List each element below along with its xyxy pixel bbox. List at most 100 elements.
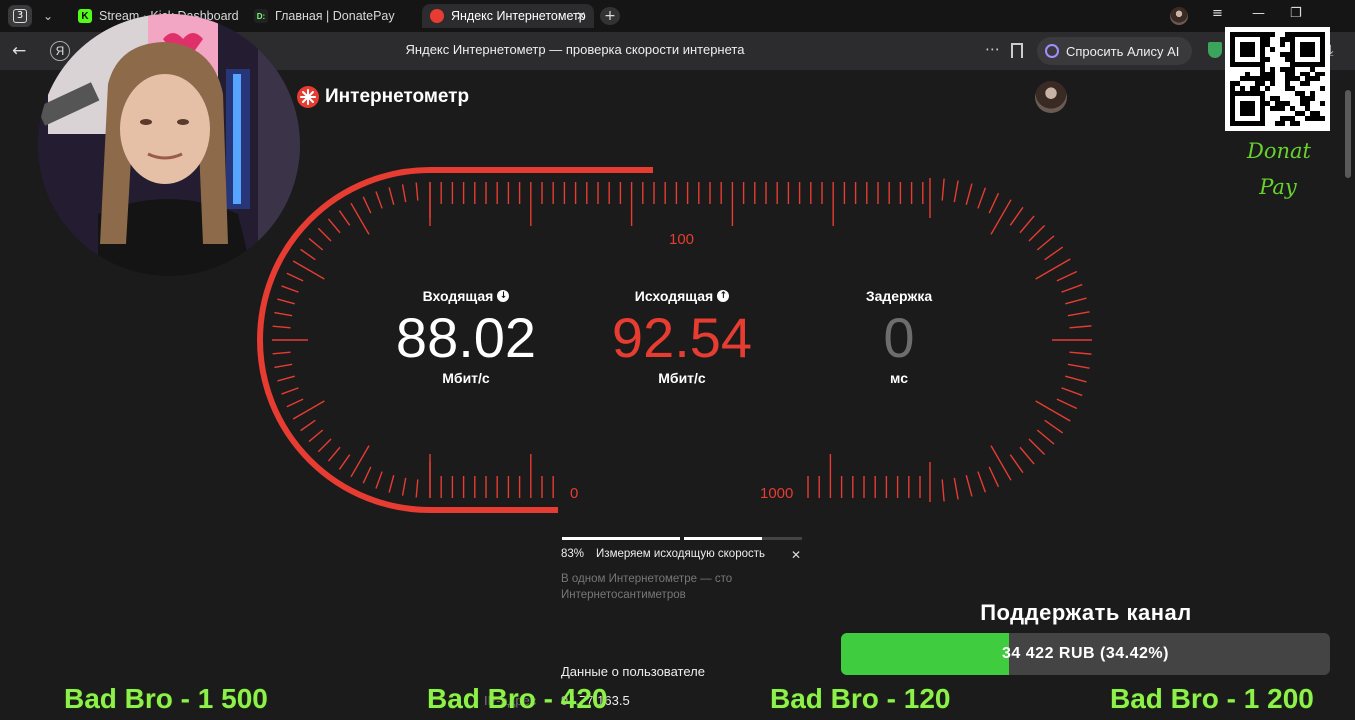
yandex-logo-icon [297,86,319,108]
donation-ticker-item: Bad Bro - 1 200 [1110,683,1314,714]
gauge-tick [327,446,341,462]
minimize-icon[interactable]: — [1252,6,1265,21]
gauge-tick [281,387,299,395]
donatepay-label: Donat Pay [1247,133,1311,205]
gauge-tick [988,466,1000,488]
user-avatar[interactable] [1035,81,1067,113]
protect-shield-icon[interactable] [1208,42,1222,58]
donatepay-icon: D: [254,9,268,23]
progress-status: 83% Измеряем исходящую скорость [561,548,765,560]
page-scrollbar[interactable] [1345,90,1351,178]
tab-donatepay[interactable]: D: Главная | DonatePay [246,4,416,28]
gauge-tick [327,218,341,234]
tab-internetometer[interactable]: Яндекс Интернетометр ✕ [422,4,594,28]
alice-icon [1045,44,1059,58]
donation-goal-bar: 34 422 RUB (34.42%) [841,633,1330,675]
gauge-tick [308,237,324,251]
donation-ticker-item: Bad Bro - 1 500 [64,683,268,714]
gauge-tick [1067,311,1090,317]
tab-close-icon[interactable]: ✕ [576,9,586,23]
gauge-tick [274,363,293,369]
gauge-tick [292,260,325,280]
yandex-logo-icon [430,9,444,23]
gauge-tick [1035,400,1071,422]
gauge-tick [1036,429,1055,445]
gauge-tick [1065,375,1087,383]
gauge-tick [990,199,1012,235]
gauge-tick [1035,258,1071,280]
gauge-tick [317,438,332,453]
gauge-tick [1067,363,1090,369]
scale-label-max: 1000 [760,485,794,502]
gauge-tick [1065,297,1087,305]
upload-unit: Мбит/с [658,370,706,386]
logo-text: Интернетометр [325,86,470,107]
gauge-tick [272,351,291,355]
ask-alice-button[interactable]: Спросить Алису AI [1037,37,1192,65]
menu-icon[interactable]: ≡ [1212,6,1223,21]
gauge-tick [300,248,316,261]
tab-list-chevron-icon[interactable]: ⌄ [38,6,58,26]
gauge-tick [1019,446,1035,465]
gauge-tick [350,202,370,235]
bookmark-icon[interactable] [1011,43,1023,58]
donation-ticker-item: Bad Bro - 120 [770,683,951,714]
gauge-tick [292,400,325,420]
gauge-tick [277,375,295,382]
progress-segment-upload [684,537,802,540]
donat-line1: Donat [1247,139,1311,163]
scale-label-top: 100 [669,231,695,248]
gauge-tick [362,466,372,484]
gauge-tick [1036,235,1055,251]
gauge-tick [317,227,332,242]
back-arrow-icon[interactable]: ← [12,41,26,61]
streamer-webcam-image [38,14,300,276]
gauge-tick [1061,387,1083,397]
gauge-tick [1009,206,1024,226]
gauge-tick [277,298,295,305]
page-title[interactable]: Яндекс Интернетометр — проверка скорости… [330,42,820,57]
progress-segment-download [562,537,680,540]
gauge-tick [338,210,351,226]
more-options-icon[interactable]: ⋯ [985,40,1000,58]
latency-label: Задержка [865,288,933,304]
donatepay-qr-code[interactable] [1225,27,1330,131]
tab-label: Яндекс Интернетометр [451,9,586,23]
cancel-test-icon[interactable]: ✕ [791,548,801,562]
qr-pattern [1230,32,1325,126]
user-data-title: Данные о пользователе [561,664,705,679]
qr-module [1320,121,1325,126]
yandex-button[interactable]: Я [50,41,70,61]
new-tab-button[interactable]: + [600,7,620,25]
download-label: Входящая [422,288,494,304]
arrow-down-icon: ↓ [497,290,510,302]
tab-count-button[interactable]: 3 [8,5,32,27]
kick-icon: K [78,9,92,23]
gauge-tick [1028,438,1046,456]
internetometer-logo[interactable]: Интернетометр [297,86,469,108]
gauge-tick [977,187,987,209]
gauge-tick [1044,419,1064,434]
test-progress-bar [562,537,802,540]
latency-value: 0 [883,306,915,369]
gauge-tick [274,311,293,317]
latency-metric: Задержка 0 мс [832,288,966,386]
gauge-tick [1019,215,1035,234]
gauge-tick [338,454,351,470]
gauge-tick [1009,454,1024,474]
upload-label: Исходящая [634,288,714,304]
gauge-tick [362,196,372,214]
gauge-tick [401,184,407,203]
gauge-tick [415,182,419,201]
alice-label: Спросить Алису AI [1066,43,1180,59]
hint-text: В одном Интернетометре — сто Интернетоса… [561,573,733,601]
gauge-tick [1044,246,1064,261]
screen: { "browser": { "tab_count": "3", "tabs":… [0,0,1355,720]
latency-unit: мс [890,370,908,386]
donation-goal-amount: 34 422 RUB (34.42%) [1002,645,1169,662]
gauge-tick [415,479,419,498]
download-unit: Мбит/с [442,370,490,386]
profile-avatar[interactable] [1170,7,1188,25]
restore-icon[interactable]: ❐ [1290,6,1302,21]
upload-value: 92.54 [611,306,753,369]
